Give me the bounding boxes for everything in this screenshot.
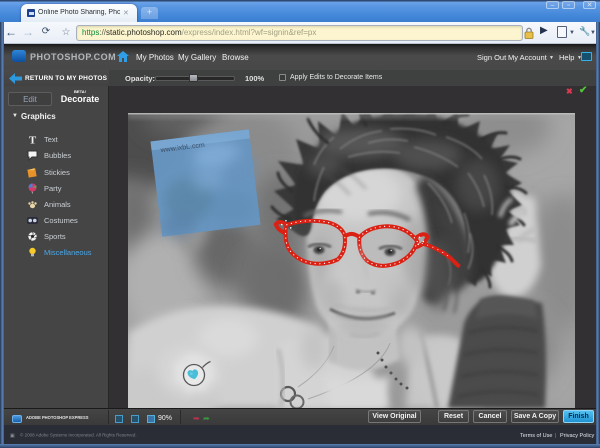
svg-text:T: T: [29, 135, 37, 146]
